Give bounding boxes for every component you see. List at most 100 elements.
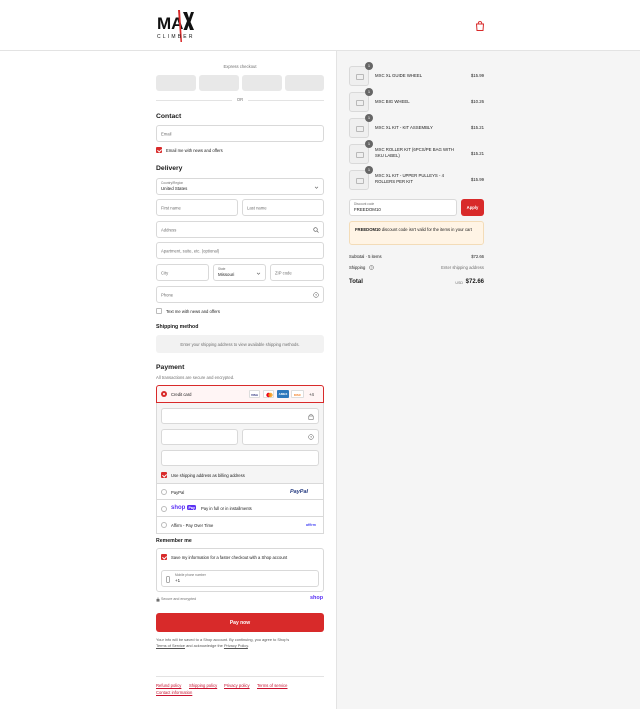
discount-value: FREEDOM10 bbox=[354, 207, 381, 212]
paypal-radio[interactable] bbox=[161, 489, 167, 495]
lock-icon bbox=[156, 597, 160, 602]
image-placeholder-icon bbox=[356, 126, 364, 132]
address-placeholder: Address bbox=[161, 227, 177, 232]
svg-text:CLIMBER: CLIMBER bbox=[157, 34, 195, 40]
shipping-notice-text: Enter your shipping address to view avai… bbox=[180, 342, 300, 347]
quantity-badge: 1 bbox=[365, 88, 373, 96]
maxi-climber-logo[interactable]: MA CLIMBER bbox=[156, 8, 196, 42]
shop-pay-logo: shop bbox=[171, 505, 186, 511]
express-button-2[interactable] bbox=[199, 75, 239, 91]
line-item: 1 MXC XL KIT - KIT ASSEMBLY $15.21 bbox=[349, 114, 484, 138]
billing-label: Use shipping address as billing address bbox=[171, 473, 245, 478]
card-number-field[interactable] bbox=[161, 408, 319, 424]
credit-card-radio[interactable] bbox=[161, 391, 167, 397]
discount-code-field[interactable]: Discount code FREEDOM10 bbox=[349, 199, 457, 216]
phone-field[interactable]: Phone ? bbox=[156, 286, 324, 303]
name-on-card-field[interactable] bbox=[161, 450, 319, 466]
delivery-heading: Delivery bbox=[156, 165, 183, 172]
save-info-checkbox[interactable] bbox=[161, 554, 167, 560]
credit-card-label: Credit card bbox=[171, 392, 192, 397]
zip-field[interactable]: ZIP code bbox=[270, 264, 324, 281]
subtotal-value: $72.66 bbox=[471, 254, 484, 259]
warning-message: discount code isn't valid for the items … bbox=[380, 227, 472, 232]
paypal-logo: PayPal bbox=[290, 489, 309, 495]
total-value: $72.66 bbox=[465, 279, 484, 285]
express-button-4[interactable] bbox=[285, 75, 324, 91]
news-checkbox[interactable] bbox=[156, 147, 162, 153]
affirm-radio[interactable] bbox=[161, 522, 167, 528]
item-name: MXC BIG WHEEL bbox=[375, 99, 410, 104]
shipping-notice: Enter your shipping address to view avai… bbox=[156, 335, 324, 353]
last-name-field[interactable]: Last name bbox=[242, 199, 324, 216]
total-label: Total bbox=[349, 279, 363, 285]
mobile-phone-field[interactable]: Mobile phone number +1 bbox=[161, 570, 319, 587]
express-checkout-label: Express checkout bbox=[223, 64, 257, 69]
shipping-method-heading: Shipping method bbox=[156, 324, 199, 330]
svg-text:?: ? bbox=[371, 266, 373, 270]
city-field[interactable]: City bbox=[156, 264, 209, 281]
country-select[interactable]: Country/Region United States bbox=[156, 178, 324, 195]
warning-code: FREEDOM10 bbox=[355, 227, 381, 232]
shipping-policy-link[interactable]: Shipping policy bbox=[189, 683, 217, 688]
affirm-logo: affirm bbox=[306, 523, 316, 527]
chevron-down-icon bbox=[256, 272, 261, 275]
shop-pay-radio[interactable] bbox=[161, 506, 167, 512]
disclaimer-end: . bbox=[247, 643, 249, 648]
text-offers-label: Text me with news and offers bbox=[166, 309, 220, 314]
image-placeholder-icon bbox=[356, 178, 364, 184]
refund-policy-link[interactable]: Refund policy bbox=[156, 683, 181, 688]
help-icon[interactable]: ? bbox=[308, 434, 314, 440]
footer-divider bbox=[156, 676, 324, 677]
first-name-placeholder: First name bbox=[161, 205, 181, 210]
help-icon[interactable]: ? bbox=[369, 265, 374, 270]
city-placeholder: City bbox=[161, 270, 169, 275]
text-offers-checkbox[interactable] bbox=[156, 308, 162, 314]
affirm-label: Affirm - Pay Over Time bbox=[171, 523, 214, 528]
shop-pay-text: Pay in full or in installments bbox=[201, 506, 252, 511]
express-button-1[interactable] bbox=[156, 75, 196, 91]
terms-of-service-link[interactable]: Terms of service bbox=[257, 683, 287, 688]
payment-heading: Payment bbox=[156, 364, 185, 371]
item-name: MXC XL KIT - KIT ASSEMBLY bbox=[375, 125, 433, 130]
save-info-label: Save my information for a faster checkou… bbox=[171, 555, 288, 560]
item-price: $15.99 bbox=[470, 177, 484, 182]
pay-now-button[interactable]: Pay now bbox=[156, 613, 324, 632]
disclaimer-text: Your info will be saved to a Shop accoun… bbox=[156, 637, 290, 642]
header: MA CLIMBER bbox=[0, 0, 640, 51]
line-item: 1 MXC BIG WHEEL $10.26 bbox=[349, 88, 484, 112]
apply-button[interactable]: Apply bbox=[461, 199, 484, 216]
privacy-policy-link[interactable]: Privacy Policy bbox=[224, 643, 248, 648]
item-name: MXC XL GUIDE WHEEL bbox=[375, 73, 423, 78]
shop-disclaimer: Your info will be saved to a Shop accoun… bbox=[156, 637, 324, 649]
express-button-3[interactable] bbox=[242, 75, 282, 91]
contact-information-link[interactable]: Contact information bbox=[156, 690, 192, 695]
contact-heading: Contact bbox=[156, 113, 182, 120]
quantity-badge: 1 bbox=[365, 140, 373, 148]
apply-label: Apply bbox=[466, 205, 479, 210]
terms-of-service-link[interactable]: Terms of Service bbox=[156, 643, 185, 648]
state-value: Missouri bbox=[218, 272, 235, 277]
shopping-bag-icon[interactable] bbox=[473, 19, 487, 33]
shipping-value: Enter shipping address bbox=[441, 265, 484, 270]
help-icon[interactable]: ? bbox=[313, 292, 319, 298]
image-placeholder-icon bbox=[356, 100, 364, 106]
state-label: State bbox=[218, 267, 226, 271]
first-name-field[interactable]: First name bbox=[156, 199, 238, 216]
billing-checkbox[interactable] bbox=[161, 472, 167, 478]
security-code-field[interactable]: ? bbox=[242, 429, 319, 445]
privacy-policy-link[interactable]: Privacy policy bbox=[224, 683, 250, 688]
shop-logo: shop bbox=[310, 595, 324, 601]
expiration-field[interactable] bbox=[161, 429, 238, 445]
state-select[interactable]: State Missouri bbox=[213, 264, 266, 281]
line-item: 1 MXC ROLLER KIT (6PCS/PE BAG WITH SKU L… bbox=[349, 140, 484, 164]
mastercard-icon bbox=[263, 390, 274, 398]
mobile-label: Mobile phone number bbox=[175, 573, 206, 577]
disclaimer-mid: and acknowledge the bbox=[186, 643, 223, 648]
chevron-down-icon bbox=[314, 186, 319, 189]
item-price: $15.21 bbox=[470, 125, 484, 130]
apartment-field[interactable]: Apartment, suite, etc. (optional) bbox=[156, 242, 324, 259]
address-field[interactable]: Address bbox=[156, 221, 324, 238]
email-placeholder: Email bbox=[161, 131, 172, 136]
quantity-badge: 1 bbox=[365, 166, 373, 174]
email-field[interactable]: Email bbox=[156, 125, 324, 142]
